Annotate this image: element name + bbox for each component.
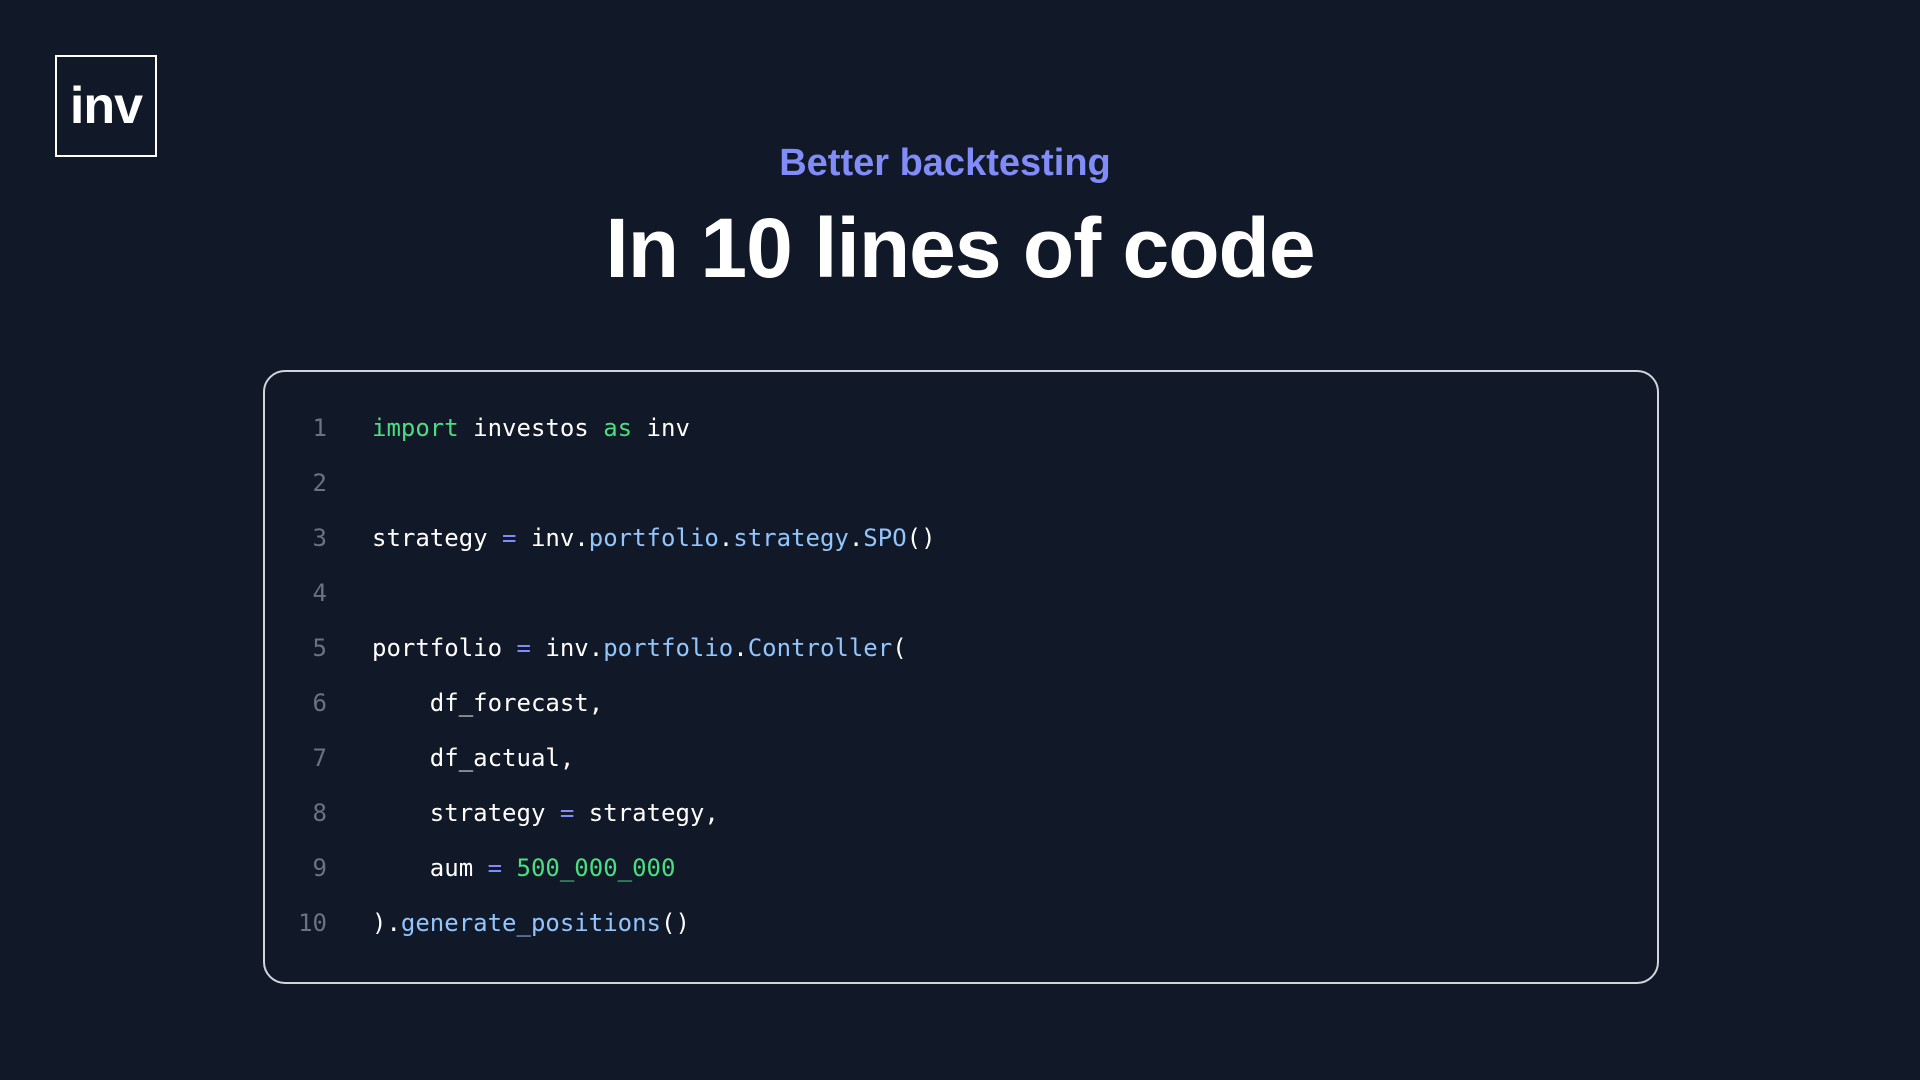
- code-token-func: strategy: [733, 523, 849, 552]
- code-line: 8 strategy = strategy,: [265, 785, 1657, 840]
- line-number: 3: [312, 523, 327, 552]
- code-line: 5 portfolio = inv.portfolio.Controller(: [265, 620, 1657, 675]
- code-line: 4: [265, 565, 1657, 620]
- line-code: strategy = strategy,: [372, 799, 719, 827]
- code-token-plain: .: [733, 633, 748, 662]
- code-lines: 1 import investos as inv 2 3 strategy = inv.…: [265, 400, 1657, 950]
- code-token-keyword: import: [372, 413, 459, 442]
- code-token-func: Controller: [747, 633, 893, 662]
- code-token-plain: aum: [372, 853, 488, 882]
- code-token-plain: strategy: [372, 523, 503, 552]
- line-code: df_actual,: [372, 743, 575, 772]
- code-token-plain: inv: [632, 413, 690, 442]
- code-token-func: generate_positions: [400, 908, 661, 937]
- code-token-plain: ).: [372, 908, 401, 937]
- code-token-plain: strategy,: [574, 798, 719, 827]
- line-code: portfolio = inv.portfolio.Controller(: [372, 634, 907, 662]
- line-number: 2: [312, 468, 327, 497]
- code-token-plain: investos: [458, 413, 604, 442]
- code-token-func: portfolio: [603, 633, 734, 662]
- logo-text: inv: [69, 77, 143, 135]
- line-number: 10: [298, 908, 327, 937]
- code-token-plain: .: [848, 523, 864, 552]
- code-block: 1 import investos as inv 2 3 strategy = inv.…: [263, 370, 1659, 984]
- line-number: 7: [312, 743, 327, 772]
- code-line: 6 df_forecast,: [265, 675, 1657, 730]
- line-code: strategy = inv.portfolio.strategy.SPO(): [372, 524, 936, 552]
- code-line: 2: [265, 455, 1657, 510]
- code-token-func: portfolio: [588, 523, 719, 552]
- code-token-plain: df_actual,: [372, 743, 575, 772]
- code-token-plain: (: [892, 633, 907, 662]
- code-token-op: =: [559, 798, 575, 827]
- code-line: 3 strategy = inv.portfolio.strategy.SPO(): [265, 510, 1657, 565]
- page-title: In 10 lines of code: [605, 201, 1315, 295]
- code-token-plain: inv.: [516, 523, 589, 552]
- code-token-plain: (): [661, 908, 690, 937]
- line-code: aum = 500_000_000: [372, 853, 676, 882]
- code-line: 9 aum = 500_000_000: [265, 840, 1657, 895]
- code-token-op: =: [516, 633, 531, 662]
- eyebrow-heading: Better backtesting: [779, 142, 1111, 184]
- code-token-plain: (): [906, 523, 936, 552]
- code-token-plain: strategy: [372, 798, 560, 827]
- line-code: ).generate_positions(): [372, 909, 690, 937]
- code-token-plain: portfolio: [372, 633, 517, 662]
- line-number: 5: [312, 633, 327, 662]
- line-number: 4: [312, 578, 327, 607]
- code-token-plain: df_forecast,: [372, 688, 604, 717]
- line-code: df_forecast,: [372, 689, 603, 717]
- code-token-keyword: as: [603, 413, 633, 442]
- code-line: 1 import investos as inv: [265, 400, 1657, 455]
- code-token-plain: .: [718, 523, 734, 552]
- code-token-op: =: [502, 523, 517, 552]
- line-number: 1: [312, 413, 327, 442]
- code-token-plain: inv.: [530, 633, 604, 662]
- line-number: 8: [312, 798, 327, 827]
- line-number: 6: [312, 688, 327, 717]
- code-line: 10).generate_positions(): [265, 895, 1657, 950]
- code-token-op: =: [487, 853, 503, 882]
- code-token-number: 500_000_000: [516, 853, 676, 882]
- line-number: 9: [312, 853, 327, 882]
- line-code: import investos as inv: [372, 414, 690, 442]
- code-token-func: SPO: [863, 523, 907, 552]
- code-line: 7 df_actual,: [265, 730, 1657, 785]
